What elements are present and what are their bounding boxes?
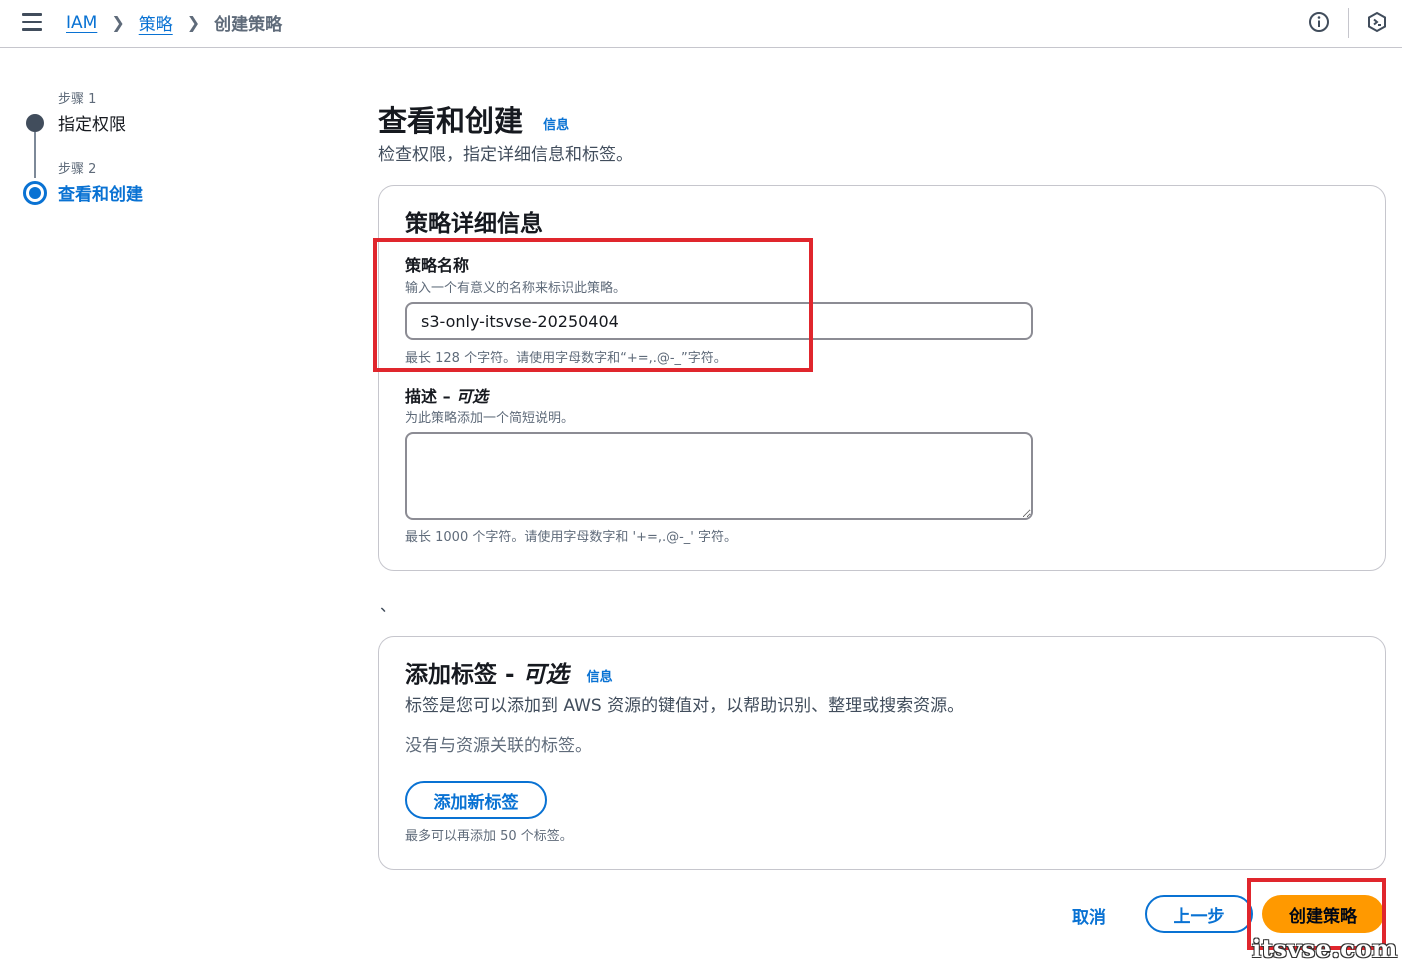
policy-description-label-text: 描述 –: [405, 387, 457, 406]
page-info-link[interactable]: 信息: [543, 118, 569, 133]
breadcrumb: IAM ❯ 策略 ❯ 创建策略: [66, 10, 283, 36]
menu-icon[interactable]: [22, 13, 42, 31]
step-1-label[interactable]: 指定权限: [58, 110, 126, 135]
step-1-indicator: [26, 114, 44, 132]
tags-empty-text: 没有与资源关联的标签。: [405, 736, 592, 756]
policy-details-title: 策略详细信息: [405, 211, 543, 237]
tags-limit-text: 最多可以再添加 50 个标签。: [405, 829, 573, 844]
create-policy-button[interactable]: 创建策略: [1262, 895, 1384, 933]
info-icon[interactable]: [1308, 11, 1330, 33]
policy-description-textarea[interactable]: [405, 432, 1033, 520]
policy-name-label: 策略名称: [405, 256, 470, 275]
tags-info-link[interactable]: 信息: [587, 670, 613, 685]
topbar-divider: [1348, 8, 1349, 38]
stray-mark: 、: [380, 596, 397, 615]
watermark: itsvse.com: [1252, 934, 1398, 963]
policy-name-description: 输入一个有意义的名称来标识此策略。: [405, 281, 627, 296]
step-1-number: 步骤 1: [58, 92, 97, 107]
step-2-number: 步骤 2: [58, 162, 97, 177]
cloudshell-icon[interactable]: [1366, 11, 1388, 33]
previous-button[interactable]: 上一步: [1145, 895, 1253, 933]
chevron-right-icon: ❯: [111, 13, 125, 32]
policy-details-card: 策略详细信息 策略名称 输入一个有意义的名称来标识此策略。 最长 128 个字符…: [378, 185, 1386, 571]
cancel-button[interactable]: 取消: [1072, 903, 1106, 928]
policy-description-constraint: 最长 1000 个字符。请使用字母数字和 '+=,.@-_' 字符。: [405, 530, 738, 545]
step-2-indicator: [23, 181, 47, 205]
tags-optional-tag: 可选: [522, 662, 569, 688]
tags-description: 标签是您可以添加到 AWS 资源的键值对，以帮助识别、整理或搜索资源。: [405, 696, 965, 716]
breadcrumb-current: 创建策略: [214, 15, 283, 35]
policy-description-label: 描述 – 可选: [405, 383, 488, 407]
policy-name-input[interactable]: [405, 302, 1033, 340]
tags-card: 添加标签 - 可选 信息 标签是您可以添加到 AWS 资源的键值对，以帮助识别、…: [378, 636, 1386, 870]
breadcrumb-policies[interactable]: 策略: [139, 10, 173, 35]
page-description: 检查权限，指定详细信息和标签。: [378, 145, 633, 165]
step-2-label: 查看和创建: [58, 185, 143, 205]
breadcrumb-iam[interactable]: IAM: [66, 13, 97, 33]
policy-name-constraint: 最长 128 个字符。请使用字母数字和“+=,.@-_”字符。: [405, 351, 727, 366]
top-navigation-bar: IAM ❯ 策略 ❯ 创建策略: [0, 0, 1402, 48]
page-header: 查看和创建 信息: [378, 98, 569, 140]
tags-title: 添加标签 -: [405, 662, 523, 688]
step-connector: [34, 132, 36, 178]
chevron-right-icon: ❯: [186, 13, 201, 32]
tags-card-header: 添加标签 - 可选 信息: [405, 655, 613, 689]
policy-description-hint: 为此策略添加一个简短说明。: [405, 411, 575, 426]
optional-tag: 可选: [456, 387, 489, 406]
add-tag-button[interactable]: 添加新标签: [405, 781, 547, 819]
page-title: 查看和创建: [378, 104, 524, 138]
